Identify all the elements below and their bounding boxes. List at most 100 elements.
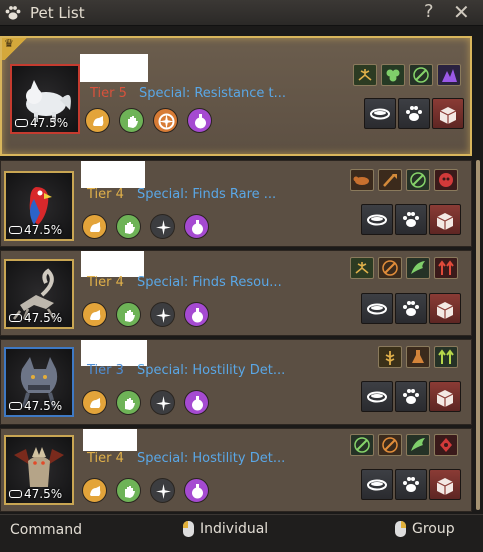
skill-shovel-icon <box>378 169 402 191</box>
feed-button[interactable] <box>361 381 393 412</box>
individual-label: Individual <box>200 521 269 537</box>
pet-special: Special: Hostility Det... <box>137 451 286 466</box>
follow-command-icon[interactable] <box>85 108 110 133</box>
pet-tier: Tier 4 <box>87 187 124 202</box>
skill-pickaxe-icon <box>406 169 430 191</box>
pet-portrait-scorpion[interactable]: 47.5% <box>4 259 74 329</box>
compass-command-icon[interactable] <box>150 214 175 239</box>
food-bowl-icon <box>15 119 28 127</box>
command-bar: Command Individual Group <box>0 514 483 552</box>
potion-command-icon[interactable] <box>184 390 209 415</box>
food-gauge: 47.5% <box>9 311 62 325</box>
pet-name-field <box>83 429 137 451</box>
food-percent: 47.5% <box>30 116 69 130</box>
potion-command-icon[interactable] <box>184 214 209 239</box>
pet-card[interactable]: 47.5% Tier 4 Special: Hostility Det... <box>0 428 472 512</box>
group-label: Group <box>412 521 455 537</box>
skill-red-arrows-icon <box>434 257 458 279</box>
seal-button[interactable] <box>429 469 461 500</box>
hand-command-icon[interactable] <box>116 214 141 239</box>
food-gauge: 47.5% <box>9 487 62 501</box>
command-label: Command <box>10 522 82 538</box>
feed-button[interactable] <box>361 204 393 235</box>
feed-button[interactable] <box>364 98 396 129</box>
mouse-right-click-icon <box>395 521 406 537</box>
pet-special: Special: Finds Resou... <box>137 275 282 290</box>
seal-button[interactable] <box>429 293 461 324</box>
pet-tier: Tier 4 <box>87 275 124 290</box>
compass-command-icon[interactable] <box>150 478 175 503</box>
pet-portrait-dragon[interactable]: 47.5% <box>4 435 74 505</box>
pet-tier: Tier 3 <box>87 363 124 378</box>
window-title: Pet List <box>30 3 85 22</box>
follow-command-icon[interactable] <box>82 478 107 503</box>
seal-button[interactable] <box>429 204 461 235</box>
skill-wheat-icon <box>378 346 402 368</box>
pet-info-button[interactable] <box>395 381 427 412</box>
food-percent: 47.5% <box>24 223 63 237</box>
pet-name-field <box>81 161 145 188</box>
pet-info-button[interactable] <box>398 98 430 129</box>
skill-pickaxe-icon <box>378 257 402 279</box>
pet-tier: Tier 5 <box>90 86 127 101</box>
food-percent: 47.5% <box>24 487 63 501</box>
skill-pickaxe-icon <box>378 434 402 456</box>
food-gauge: 47.5% <box>9 399 62 413</box>
pet-info-button[interactable] <box>395 204 427 235</box>
pet-card[interactable]: 47.5% Tier 4 Special: Finds Resou... <box>0 250 472 336</box>
skill-red-skull-icon <box>434 169 458 191</box>
potion-command-icon[interactable] <box>184 302 209 327</box>
paw-icon <box>0 0 26 26</box>
list-scrollbar[interactable] <box>476 160 480 510</box>
skill-green-arrows-icon <box>434 346 458 368</box>
follow-command-icon[interactable] <box>82 302 107 327</box>
pet-special: Special: Resistance t... <box>139 86 287 101</box>
compass-command-icon[interactable] <box>150 302 175 327</box>
skill-clover-icon <box>381 64 405 86</box>
follow-command-icon[interactable] <box>82 390 107 415</box>
skill-red-target-icon <box>434 434 458 456</box>
pet-tier: Tier 4 <box>87 451 124 466</box>
skill-scorpion-icon <box>353 64 377 86</box>
pet-card[interactable]: 47.5% Tier 3 Special: Hostility Det... <box>0 339 472 425</box>
pet-special: Special: Finds Rare ... <box>137 187 277 202</box>
skill-flask-icon <box>406 346 430 368</box>
seal-button[interactable] <box>432 98 464 129</box>
individual-command-button[interactable]: Individual <box>183 521 268 537</box>
potion-command-icon[interactable] <box>187 108 212 133</box>
pet-card[interactable]: 47.5% Tier 4 Special: Finds Rare ... <box>0 160 472 247</box>
skill-scorpion-icon <box>350 257 374 279</box>
food-percent: 47.5% <box>24 311 63 325</box>
hand-command-icon[interactable] <box>116 478 141 503</box>
food-bowl-icon <box>9 314 22 322</box>
pet-list: ♛ 47.5% Tier 5 Special: Resistance t... <box>0 30 476 512</box>
close-button[interactable]: ✕ <box>453 0 470 24</box>
compass-command-icon[interactable] <box>150 390 175 415</box>
pet-card[interactable]: ♛ 47.5% Tier 5 Special: Resistance t... <box>0 36 472 156</box>
pet-info-button[interactable] <box>395 293 427 324</box>
skill-pickaxe-icon <box>409 64 433 86</box>
food-bowl-icon <box>9 490 22 498</box>
help-button[interactable]: ? <box>424 1 434 22</box>
hand-command-icon[interactable] <box>116 390 141 415</box>
pet-portrait-red-parrot[interactable]: 47.5% <box>4 171 74 241</box>
compass-command-icon[interactable] <box>153 108 178 133</box>
pet-portrait-white-fox[interactable]: 47.5% <box>10 64 80 134</box>
skill-beast-icon <box>350 169 374 191</box>
pet-name-field <box>80 54 148 82</box>
feed-button[interactable] <box>361 469 393 500</box>
pet-info-button[interactable] <box>395 469 427 500</box>
potion-command-icon[interactable] <box>184 478 209 503</box>
seal-button[interactable] <box>429 381 461 412</box>
follow-command-icon[interactable] <box>82 214 107 239</box>
scrollbar-thumb[interactable] <box>476 160 480 510</box>
mouse-left-click-icon <box>183 521 194 537</box>
group-command-button[interactable]: Group <box>395 521 455 537</box>
hand-command-icon[interactable] <box>116 302 141 327</box>
feed-button[interactable] <box>361 293 393 324</box>
hand-command-icon[interactable] <box>119 108 144 133</box>
pet-portrait-armored-wolf[interactable]: 47.5% <box>4 347 74 417</box>
pet-name-field <box>81 251 144 277</box>
skill-purple-crystal-icon <box>437 64 461 86</box>
window-titlebar: Pet List ? ✕ <box>0 0 483 26</box>
